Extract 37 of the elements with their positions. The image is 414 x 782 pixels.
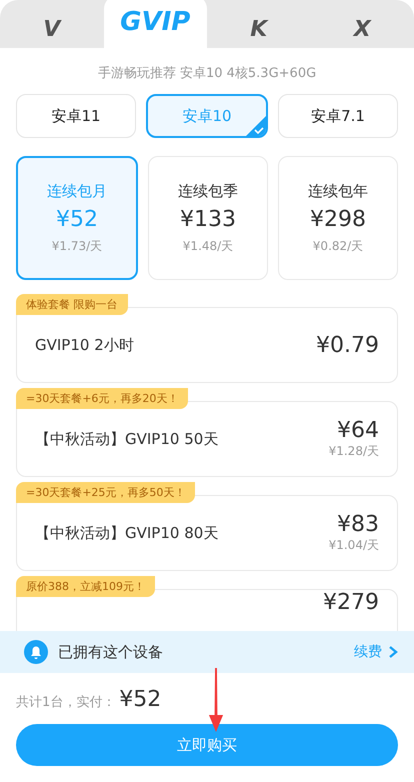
android-version-option[interactable]: 安卓11 [16,94,136,138]
package-price: ¥64 [337,418,379,443]
plan-price: ¥133 [180,206,236,232]
package-title: 【中秋活动】GVIP10 50天 [35,430,218,448]
plan-name: 连续包年 [308,182,368,200]
plan-price: ¥298 [310,206,366,232]
plan-name: 连续包月 [47,182,107,200]
android-version-option[interactable]: 安卓7.1 [278,94,398,138]
package-title: 【中秋活动】GVIP10 80天 [35,524,218,542]
daily-price: ¥0.82/天 [312,238,364,254]
daily-price: ¥1.28/天 [328,443,379,460]
plan-price: ¥52 [56,206,98,232]
daily-price: ¥1.48/天 [182,238,234,254]
tab[interactable]: X [310,0,414,48]
package-title: GVIP10 2小时 [35,336,134,354]
notice-text: 已拥有这个设备 [58,642,164,662]
promo-tag: 原价388，立减109元！ [16,576,155,597]
tab[interactable]: V [0,0,104,48]
promo-tag: =30天套餐+25元，再多50天！ [16,482,196,503]
down-arrow [206,668,226,732]
promo-tag: =30天套餐+6元，再多20天！ [16,388,188,409]
bell-icon [24,640,48,664]
total-label: 共计1台，实付： [16,694,116,711]
chevron-right-icon [388,646,398,658]
check-corner-icon [246,116,266,136]
total-amount: ¥52 [119,687,162,712]
promo-tag: 体验套餐 限购一台 [16,294,128,315]
plan-card[interactable]: 连续包季 ¥133 ¥1.48/天 [148,156,268,280]
recommendation-text: 手游畅玩推荐 安卓10 4核5.3G+60G [96,65,318,82]
daily-price: ¥1.73/天 [52,238,102,254]
package-price: ¥279 [323,590,379,615]
plan-card[interactable]: 连续包年 ¥298 ¥0.82/天 [278,156,398,280]
daily-price: ¥1.04/天 [328,537,379,554]
package-price: ¥83 [337,512,379,537]
tab[interactable]: K [207,0,310,48]
plan-name: 连续包季 [178,182,238,200]
package-price: ¥0.79 [316,332,379,358]
